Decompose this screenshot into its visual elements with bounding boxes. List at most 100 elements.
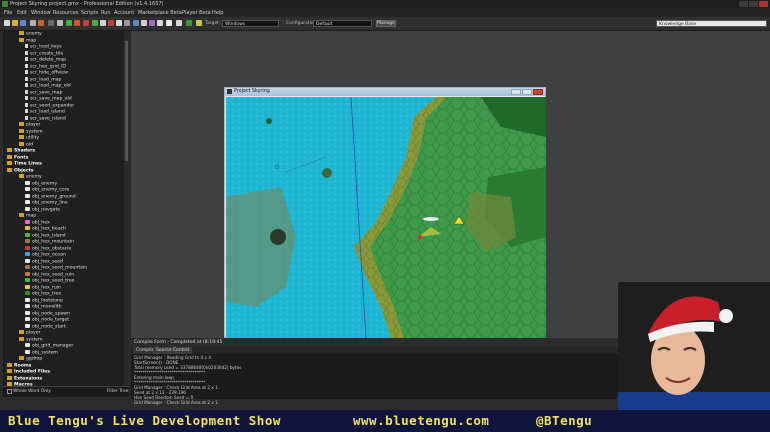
help-icon[interactable] (196, 20, 202, 26)
tree-item-label: obj_monolith (32, 304, 62, 310)
object-icon (25, 297, 30, 302)
filter-tree-label[interactable]: Filter Tree (107, 389, 128, 394)
webcam-overlay (618, 282, 770, 410)
script-icon (25, 83, 28, 87)
resource-tree: enemy map scr_load_keys scr_create_tile scr_… (3, 31, 128, 386)
sprite-icon[interactable] (92, 20, 98, 26)
resource-tree-scrollbar[interactable] (124, 31, 129, 386)
app-title: Project Skyring project.gmx - Profession… (10, 1, 164, 7)
object-icon (25, 304, 30, 308)
configuration-select[interactable]: Default (313, 20, 372, 27)
shader-icon[interactable] (133, 20, 139, 26)
open-project-icon[interactable] (12, 20, 18, 26)
tree-item-label: scr_load_keys (30, 44, 62, 50)
tree-item-label: scr_save_map_old (30, 96, 72, 102)
sound-icon[interactable] (100, 20, 106, 26)
tree-item-label: Extensions (14, 376, 43, 381)
tree-item-label: enemy (26, 31, 42, 37)
settings-icon[interactable] (57, 20, 63, 26)
tab-source-control[interactable]: Source Control (153, 347, 193, 354)
game-minimize-button[interactable] (511, 89, 521, 95)
game-viewport[interactable] (226, 97, 546, 338)
object-icon (25, 317, 30, 321)
game-settings-icon[interactable] (176, 20, 182, 26)
tree-item-label: obj_lootstone (32, 298, 63, 303)
manage-button[interactable]: Manage (376, 20, 396, 27)
object-icon (25, 349, 30, 354)
folder-icon (19, 135, 24, 139)
folder-icon (19, 356, 24, 360)
script-icon (25, 115, 28, 120)
game-close-button[interactable] (533, 89, 543, 95)
tree-item-label: obj_node_target (32, 317, 70, 323)
menu-run[interactable]: Run (101, 10, 111, 16)
folder-icon (19, 122, 24, 126)
tree-item-label: scr_load_map (30, 77, 62, 82)
target-select[interactable]: Windows (222, 20, 279, 27)
close-button[interactable] (759, 1, 768, 7)
target-label: Target (205, 21, 219, 26)
object-icon (25, 200, 30, 204)
menu-resources[interactable]: Resources (53, 10, 79, 16)
clean-icon[interactable] (48, 20, 54, 26)
tree-item-label: scr_hide_offview (30, 70, 68, 76)
menu-marketplace-beta[interactable]: Marketplace Beta (138, 10, 182, 16)
menu-file[interactable]: File (4, 10, 12, 16)
object-icon (25, 258, 30, 263)
tree-item-label: obj_hex_obstacle (32, 246, 72, 251)
airship-sprite (423, 217, 439, 221)
twitter-handle: @BTengu (536, 413, 593, 428)
configuration-label: Configuration (286, 21, 317, 26)
save-project-icon[interactable] (20, 20, 26, 26)
folder-icon (7, 161, 12, 165)
whole-word-checkbox[interactable] (7, 389, 12, 394)
game-maximize-button[interactable] (522, 89, 532, 95)
object-icon (25, 310, 30, 315)
object-icon (25, 245, 30, 250)
menu-edit[interactable]: Edit (17, 10, 27, 16)
create-executable-icon[interactable] (30, 20, 36, 26)
maximize-button[interactable] (749, 1, 758, 7)
timeline-icon[interactable] (149, 20, 155, 26)
script-icon[interactable] (124, 20, 130, 26)
folder-icon (19, 31, 24, 35)
knowledge-base-search[interactable]: Knowledge Base (656, 20, 767, 27)
tree-item-label: enemy (26, 174, 42, 180)
scrollbar-thumb[interactable] (125, 41, 128, 161)
player-marker (418, 235, 422, 239)
new-project-icon[interactable] (4, 20, 10, 26)
menu-bar: File Edit Window Resources Scripts Run A… (0, 8, 770, 17)
object-icon (25, 206, 30, 211)
object-icon (25, 226, 30, 230)
publish-icon[interactable] (38, 20, 44, 26)
tree-item-label: scr_load_map_old (30, 83, 71, 89)
extensions-icon[interactable] (186, 20, 192, 26)
stop-icon[interactable] (83, 20, 89, 26)
tree-item-label: scr_create_tile (30, 51, 64, 56)
folder-icon (7, 167, 12, 172)
tree-item-label: system (26, 129, 43, 134)
tree-item-label: obj_hex_seed (32, 259, 63, 264)
tree-item-label: player (26, 330, 41, 336)
room-icon[interactable] (166, 20, 172, 26)
resource-tree-footer: Whole Word Only Filter Tree (3, 386, 129, 397)
folder-icon (7, 148, 12, 152)
menu-window[interactable]: Window (31, 10, 51, 16)
run-icon[interactable] (66, 20, 72, 26)
menu-account[interactable]: Account (114, 10, 134, 16)
tree-item-label: obj_node_spawn (32, 311, 70, 316)
minimize-button[interactable] (739, 1, 748, 7)
object-icon (25, 193, 30, 198)
font-icon[interactable] (141, 20, 147, 26)
debug-icon[interactable] (74, 20, 80, 26)
menu-help[interactable]: Help (212, 10, 223, 16)
menu-scripts[interactable]: Scripts (81, 10, 98, 16)
path-icon[interactable] (116, 20, 122, 26)
folder-icon (7, 154, 12, 159)
object-icon[interactable] (157, 20, 163, 26)
toolbar: Target Windows Configuration Default Man… (0, 17, 770, 31)
menu-player-beta[interactable]: Player Beta (182, 10, 211, 16)
background-icon[interactable] (108, 20, 114, 26)
tree-item-label: ggdrop (26, 356, 43, 362)
tree-item-label: obj_hex_ruin (32, 285, 61, 290)
